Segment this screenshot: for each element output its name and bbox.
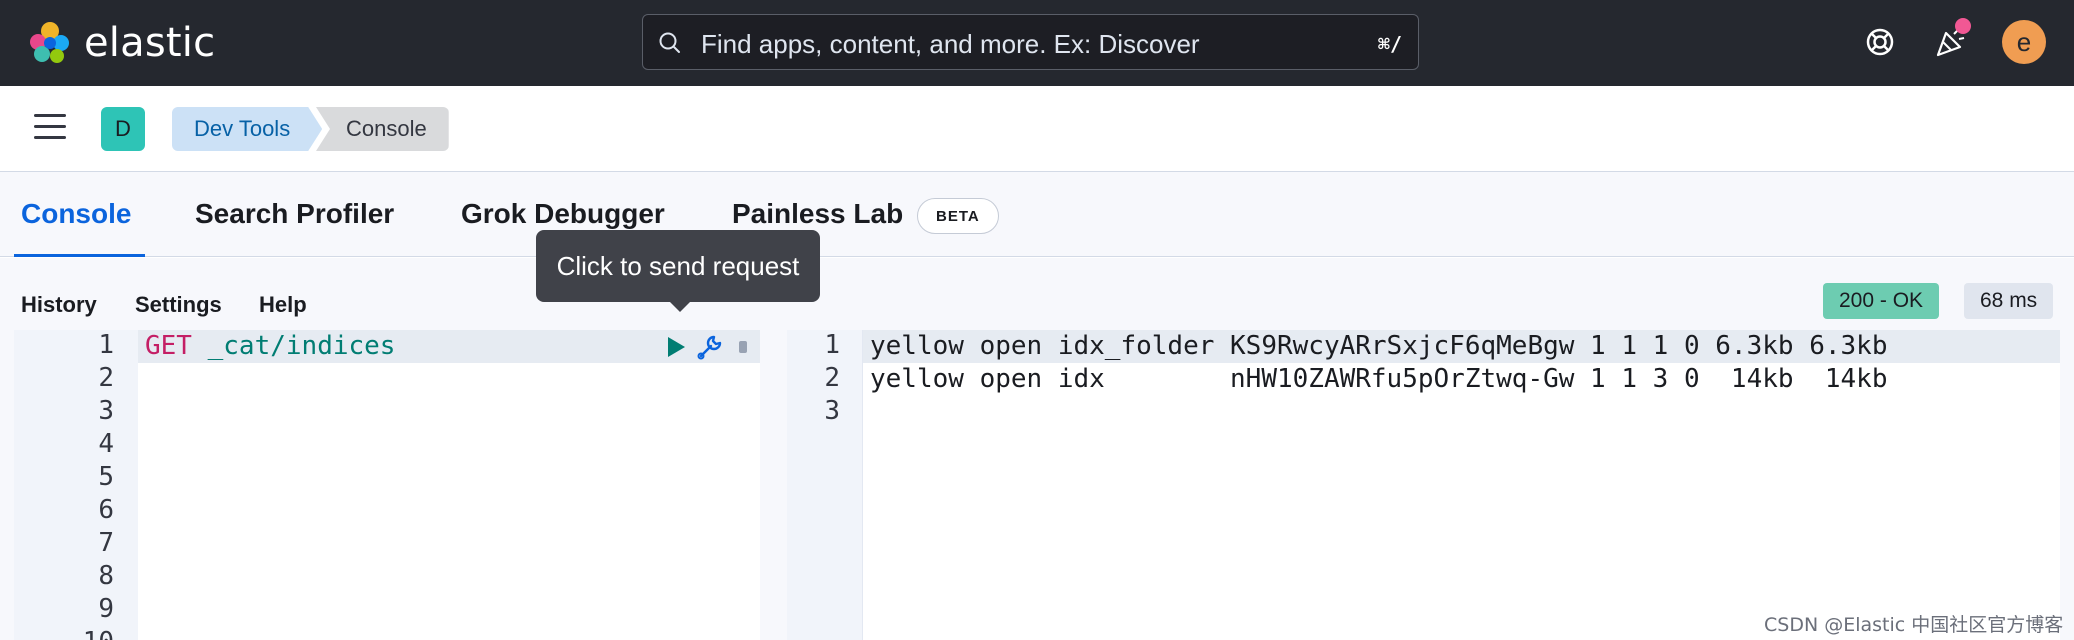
search-icon xyxy=(659,32,680,53)
tab-search-profiler[interactable]: Search Profiler xyxy=(195,198,394,230)
watermark: CSDN @Elastic 中国社区官方博客 xyxy=(1764,614,2064,636)
line-number: 1 xyxy=(98,330,114,360)
line-number: 7 xyxy=(98,528,114,558)
line-number: 8 xyxy=(98,561,114,591)
response-gutter: 1 2 3 xyxy=(787,330,863,640)
beta-badge: BETA xyxy=(917,198,999,234)
line-number: 1 xyxy=(824,330,840,360)
request-method: GET xyxy=(145,331,192,361)
wrench-icon[interactable] xyxy=(695,332,725,362)
tab-console[interactable]: Console xyxy=(21,198,131,230)
response-line: yellow open idx nHW10ZAWRfu5pOrZtwq-Gw 1… xyxy=(870,364,1888,394)
help-button[interactable] xyxy=(1860,22,1900,62)
tab-painless-lab[interactable]: Painless Lab xyxy=(732,198,903,230)
top-header: elastic Find apps, content, and more. Ex… xyxy=(0,0,2074,86)
elastic-logo-icon xyxy=(30,22,69,63)
help-link[interactable]: Help xyxy=(259,292,307,318)
logo-text: elastic xyxy=(84,20,216,66)
tab-grok-debugger[interactable]: Grok Debugger xyxy=(461,198,665,230)
status-badge: 200 - OK xyxy=(1823,283,1940,319)
breadcrumb-bar: D Dev Tools Console xyxy=(0,86,2074,172)
response-output[interactable]: 1 2 3 yellow open idx_folder KS9RwcyARrS… xyxy=(787,330,2060,640)
history-button[interactable]: History xyxy=(21,292,97,318)
line-number: 10 xyxy=(83,627,114,640)
search-shortcut: ⌘/ xyxy=(1377,32,1402,56)
user-avatar[interactable]: e xyxy=(2002,20,2046,64)
drag-handle-icon[interactable] xyxy=(739,341,747,353)
breadcrumb-console: Console xyxy=(316,107,449,151)
dev-tools-tabs: Console Search Profiler Grok Debugger Pa… xyxy=(0,172,2074,257)
settings-button[interactable]: Settings xyxy=(135,292,222,318)
send-request-tooltip: Click to send request xyxy=(536,230,820,302)
news-feed-button[interactable] xyxy=(1931,18,1971,62)
tooltip-arrow xyxy=(668,300,692,312)
response-line: yellow open idx_folder KS9RwcyARrSxjcF6q… xyxy=(870,331,1888,361)
line-number: 2 xyxy=(98,363,114,393)
news-notification-dot xyxy=(1955,18,1971,34)
hamburger-menu-button[interactable] xyxy=(34,114,66,142)
help-lifebuoy-icon xyxy=(1866,28,1894,56)
request-gutter: 1 2 3 4 5 6 7 8 9 10 xyxy=(14,330,138,640)
search-input[interactable]: Find apps, content, and more. Ex: Discov… xyxy=(701,29,1200,60)
request-editor[interactable]: 1 2 3 4 5 6 7 8 9 10 GET _cat/indices xyxy=(14,330,760,640)
line-number: 3 xyxy=(824,396,840,426)
line-number: 4 xyxy=(98,429,114,459)
console-panel: History Settings Help 200 - OK 68 ms 1 2… xyxy=(0,258,2074,640)
request-url: _cat/indices xyxy=(191,331,396,361)
line-number: 5 xyxy=(98,462,114,492)
line-number: 2 xyxy=(824,363,840,393)
request-time-badge: 68 ms xyxy=(1964,283,2054,319)
request-line[interactable]: GET _cat/indices xyxy=(145,330,395,363)
global-search[interactable]: Find apps, content, and more. Ex: Discov… xyxy=(642,14,1419,70)
elastic-logo[interactable]: elastic xyxy=(28,18,215,68)
breadcrumb-dev-tools[interactable]: Dev Tools xyxy=(172,107,322,151)
line-number: 6 xyxy=(98,495,114,525)
tab-console-indicator xyxy=(14,254,145,257)
line-number: 3 xyxy=(98,396,114,426)
space-avatar[interactable]: D xyxy=(101,107,145,151)
play-icon[interactable] xyxy=(665,335,687,359)
line-number: 9 xyxy=(98,594,114,624)
